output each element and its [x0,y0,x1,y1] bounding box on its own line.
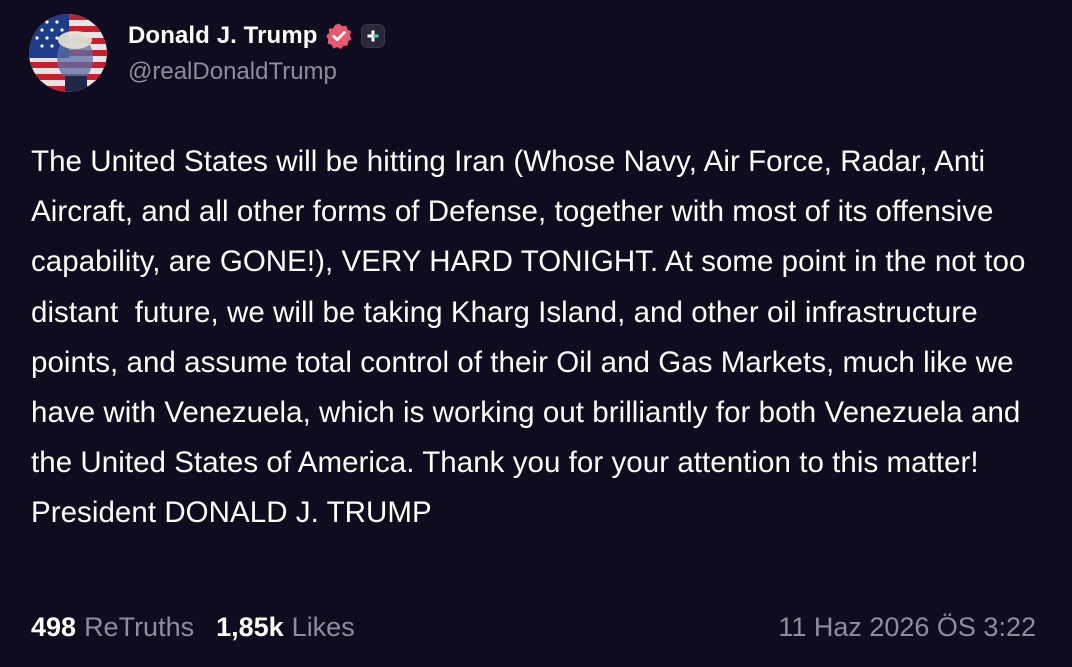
retruths-label: ReTruths [84,611,195,642]
retruths-stat[interactable]: 498 ReTruths [31,612,194,643]
author-handle[interactable]: @realDonaldTrump [128,58,385,86]
post-card: Donald J. Trump @realDonaldTrump The Uni… [0,0,1072,667]
post-footer: 498 ReTruths 1,85k Likes 11 Haz 2026 ÖS … [31,606,1036,648]
post-body-text: The United States will be hitting Iran (… [31,145,1034,530]
author-avatar[interactable] [29,14,107,92]
verified-badge-icon [325,22,353,50]
likes-count: 1,85k [216,611,284,642]
post-timestamp[interactable]: 11 Haz 2026 ÖS 3:22 [778,612,1036,643]
likes-stat[interactable]: 1,85k Likes [216,612,355,643]
author-display-name[interactable]: Donald J. Trump [128,22,318,50]
name-row: Donald J. Trump [128,19,385,53]
retruths-count: 498 [31,611,77,642]
author-info: Donald J. Trump @realDonaldTrump [128,19,385,86]
avatar-image [29,14,107,92]
likes-label: Likes [291,611,355,642]
plus-badge-icon [360,24,385,48]
